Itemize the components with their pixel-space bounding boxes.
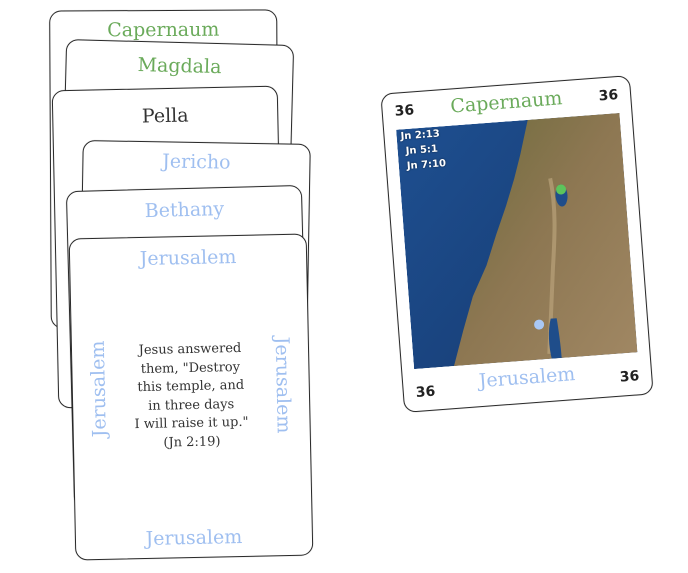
card-number-bottom-left: 36 xyxy=(415,383,436,401)
quote-reference: (Jn 2:19) xyxy=(163,433,221,451)
card-title-top: Jerusalem xyxy=(139,246,237,271)
map-card[interactable]: 36 36 Capernaum Jn 2:13 Jn 5:1 Jn 7:10 J… xyxy=(380,75,654,413)
card-title: Bethany xyxy=(144,198,225,223)
card-title-bottom: Jerusalem xyxy=(145,525,243,550)
scripture-references: Jn 2:13 Jn 5:1 Jn 7:10 xyxy=(400,126,446,174)
card-title: Jericho xyxy=(162,150,231,174)
card-title-left-text: Jerusalem xyxy=(86,340,111,438)
card-title: Pella xyxy=(141,104,189,128)
scripture-quote: Jesus answered them, "Destroy this templ… xyxy=(110,339,272,453)
card-number-bottom-right: 36 xyxy=(619,368,640,386)
quote-line: I will raise it up." xyxy=(134,414,249,433)
card-title-right-text: Jerusalem xyxy=(270,336,295,434)
card-title: Magdala xyxy=(137,53,222,79)
card-jerusalem-front[interactable]: Jerusalem Jerusalem Jerusalem Jesus answ… xyxy=(68,233,314,561)
card-title: Capernaum xyxy=(107,18,220,42)
